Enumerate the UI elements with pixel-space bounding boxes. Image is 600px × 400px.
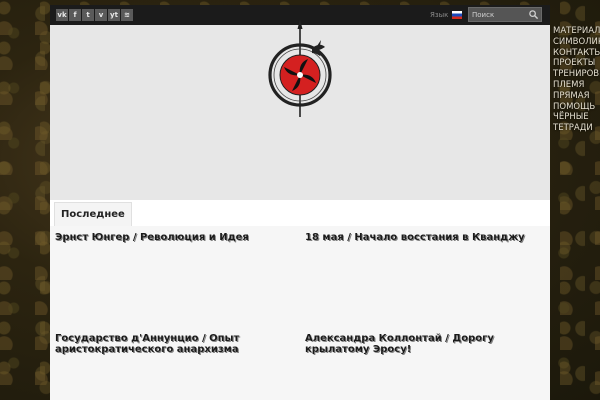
menu-item-black[interactable]: ЧЁРНЫЕ	[553, 112, 600, 123]
menu-item-help[interactable]: ПОМОЩЬ	[553, 102, 600, 113]
tab-bar: Последнее	[50, 200, 550, 226]
social-links: vk f t v yt ≋	[56, 9, 133, 21]
post-title-3[interactable]: Государство д'Аннунцио / Опыт аристократ…	[55, 333, 295, 355]
site-logo[interactable]	[265, 17, 335, 117]
post-title-4[interactable]: Александра Коллонтай / Дорогу крылатому …	[305, 333, 545, 355]
facebook-icon[interactable]: f	[69, 9, 81, 21]
russian-flag-icon[interactable]	[452, 11, 462, 19]
posts-grid: Эрнст Юнгер / Революция и Идея 18 мая / …	[50, 226, 550, 400]
menu-item-trainings[interactable]: ТРЕНИРОВКИ	[553, 69, 600, 80]
side-menu: МАТЕРИАЛЫ СИМВОЛИКА КОНТАКТЫ ПРОЕКТЫ ТРЕ…	[553, 26, 600, 134]
youtube-icon[interactable]: yt	[108, 9, 120, 21]
search-icon[interactable]	[528, 9, 539, 20]
language-label: Язык	[430, 11, 449, 19]
site-header	[50, 19, 550, 200]
search-box	[468, 7, 542, 22]
vk-icon[interactable]: vk	[56, 9, 68, 21]
menu-item-contacts[interactable]: КОНТАКТЫ	[553, 48, 600, 59]
menu-item-notebooks[interactable]: ТЕТРАДИ	[553, 123, 600, 134]
post-title-1[interactable]: Эрнст Юнгер / Революция и Идея	[55, 232, 295, 243]
twitter-icon[interactable]: t	[82, 9, 94, 21]
menu-item-tribe[interactable]: ПЛЕМЯ	[553, 80, 600, 91]
menu-item-direct[interactable]: ПРЯМАЯ	[553, 91, 600, 102]
vimeo-icon[interactable]: v	[95, 9, 107, 21]
menu-item-materials[interactable]: МАТЕРИАЛЫ	[553, 26, 600, 37]
rss-icon[interactable]: ≋	[121, 9, 133, 21]
menu-item-symbolics[interactable]: СИМВОЛИКА	[553, 37, 600, 48]
search-input[interactable]	[469, 8, 529, 21]
menu-item-projects[interactable]: ПРОЕКТЫ	[553, 58, 600, 69]
post-title-2[interactable]: 18 мая / Начало восстания в Кванджу	[305, 232, 545, 243]
tab-latest[interactable]: Последнее	[54, 202, 132, 226]
